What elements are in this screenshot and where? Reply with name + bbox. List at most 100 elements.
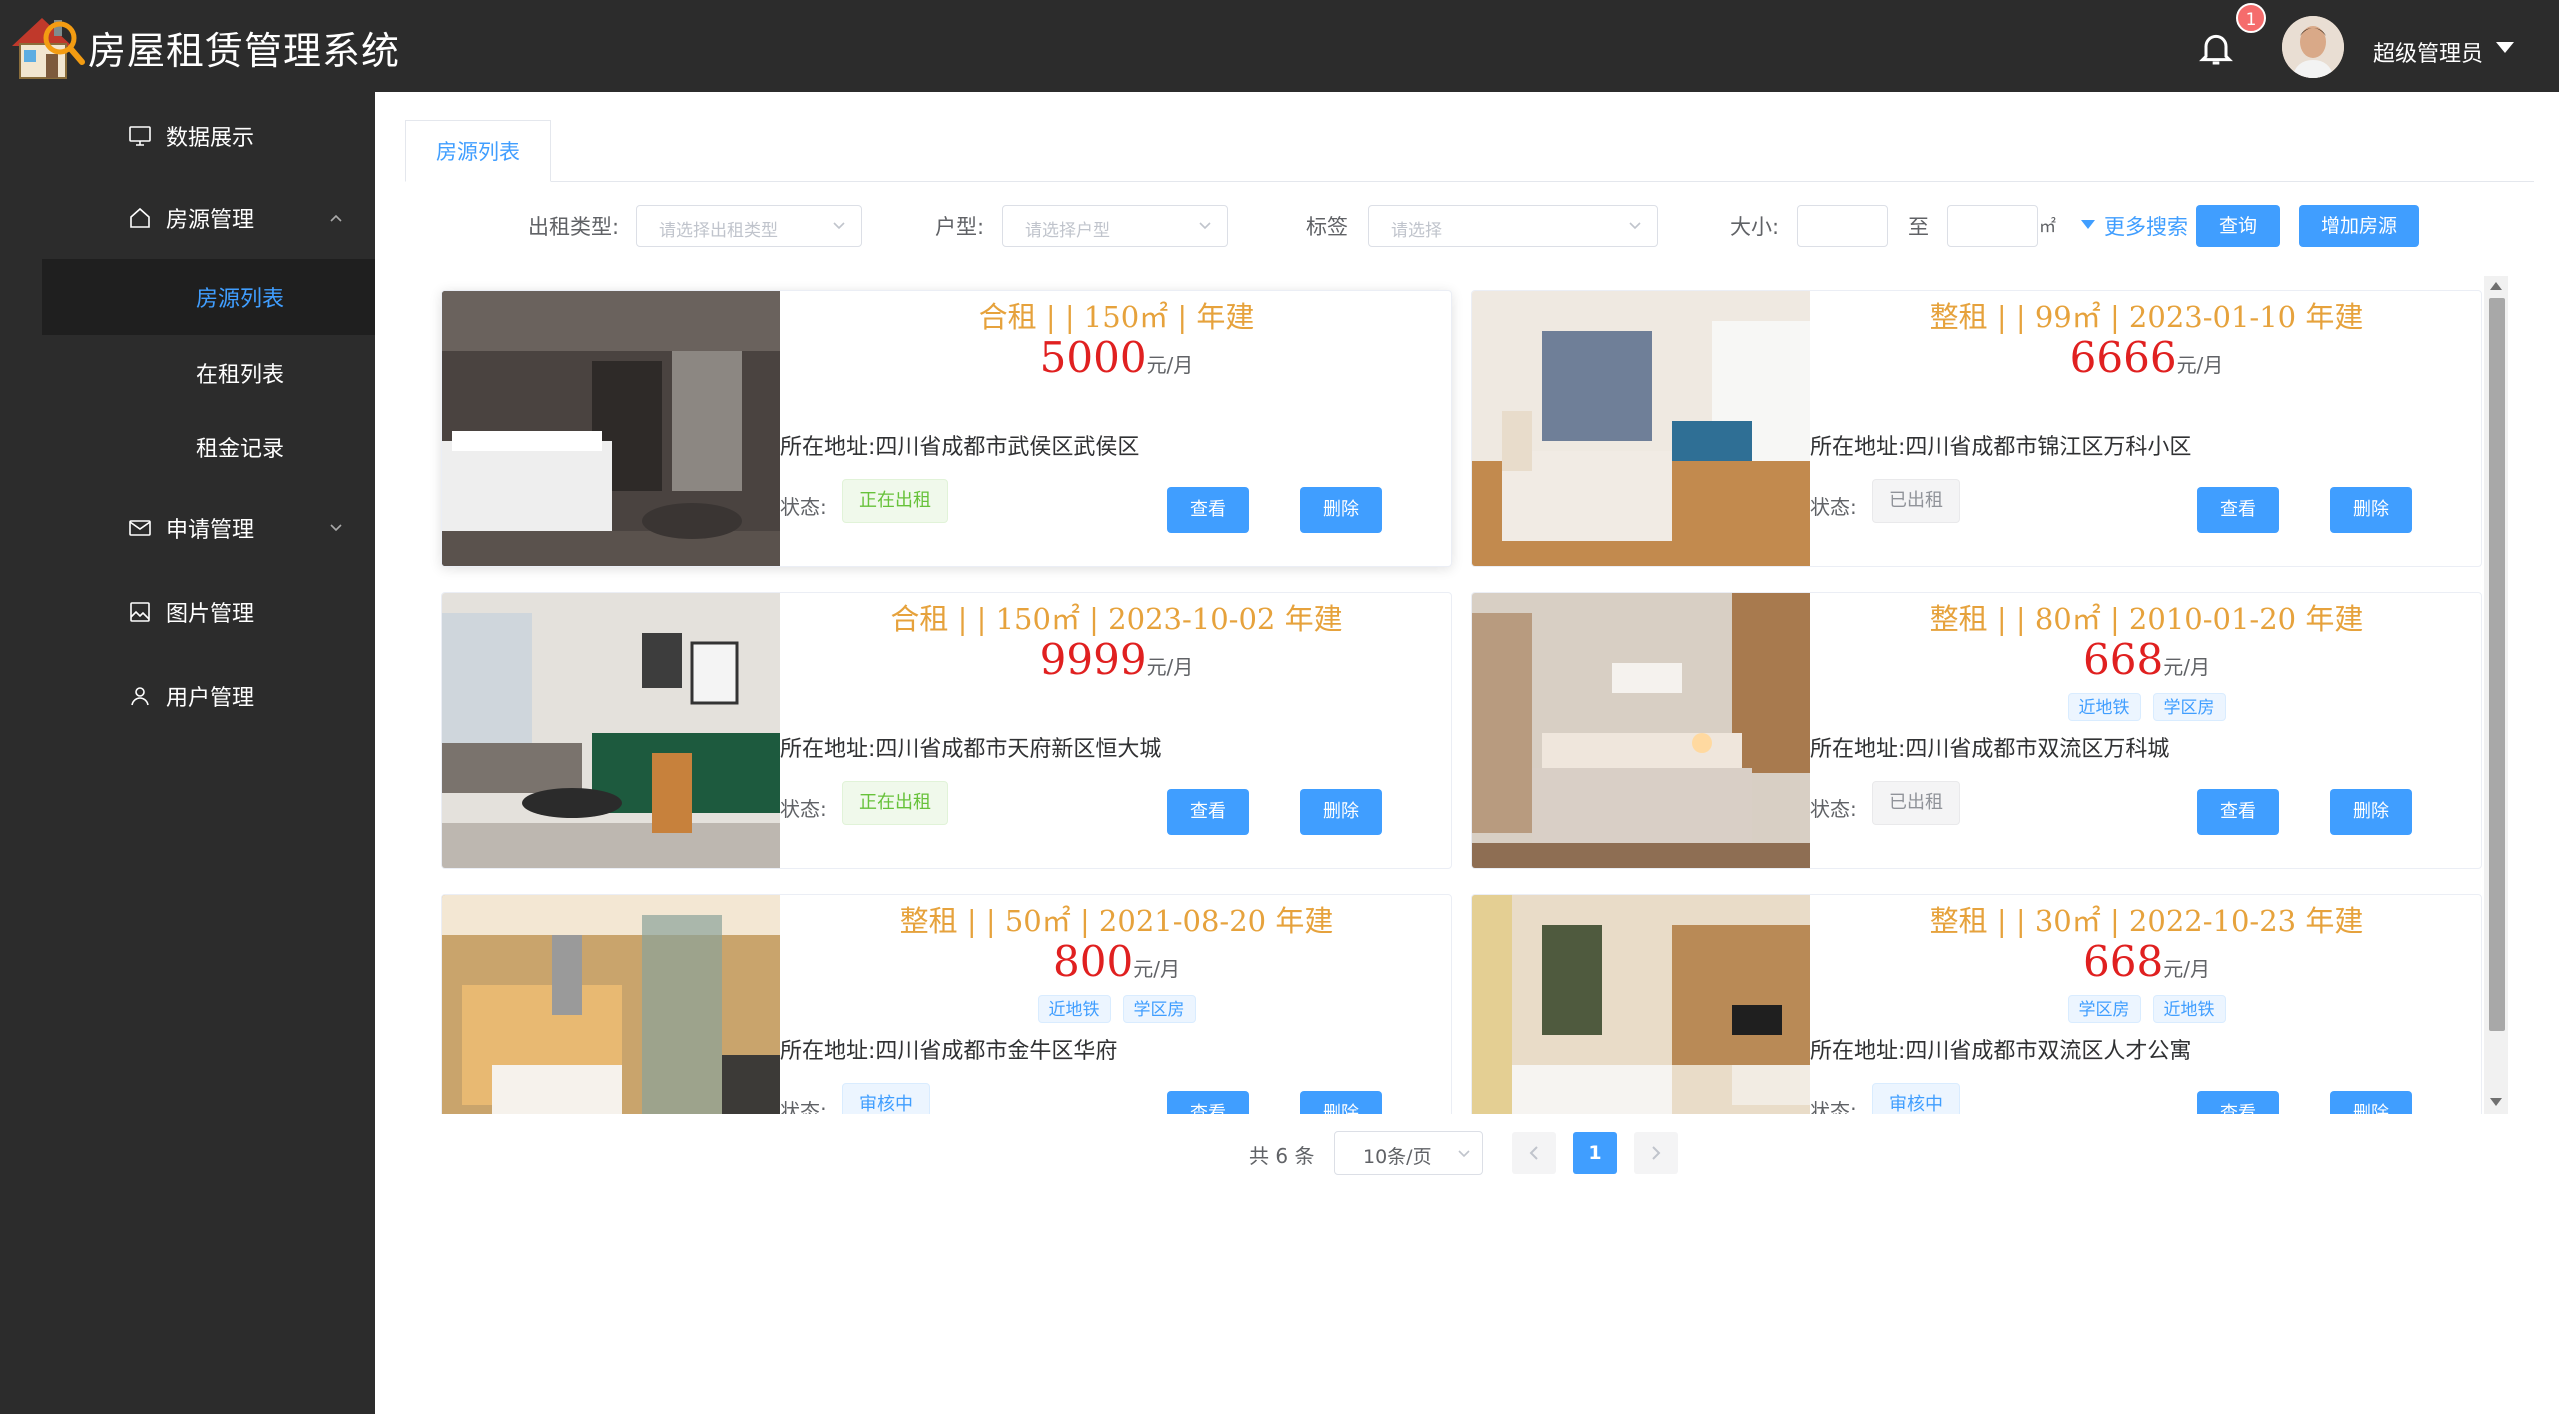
view-button[interactable]: 查看 <box>1167 1091 1249 1114</box>
query-button[interactable]: 查询 <box>2196 205 2280 247</box>
listing-title: 整租 | | 50㎡ | 2021-08-20 年建 <box>899 904 1334 938</box>
sidebar-item-label: 在租列表 <box>196 363 285 388</box>
delete-button[interactable]: 删除 <box>2330 1091 2412 1114</box>
listing-title: 合租 | | 150㎡ | 年建 <box>978 300 1255 334</box>
listing-tag: 学区房 <box>2067 995 2141 1023</box>
delete-button[interactable]: 删除 <box>1300 487 1382 533</box>
app-title: 房屋租赁管理系统 <box>88 29 401 73</box>
listing-card: 整租 | | 99㎡ | 2023-01-10 年建 6666元/月 所在地址:… <box>1471 290 2482 567</box>
address-value: 四川省成都市金牛区华府 <box>875 1039 1118 1064</box>
chevron-right-icon <box>1652 1146 1661 1160</box>
delete-button[interactable]: 删除 <box>2330 487 2412 533</box>
view-button[interactable]: 查看 <box>1167 487 1249 533</box>
add-listing-button[interactable]: 增加房源 <box>2299 205 2419 247</box>
sidebar-item-rent-records[interactable]: 租金记录 <box>42 409 375 485</box>
tab-listing-list[interactable]: 房源列表 <box>405 120 551 182</box>
listing-address: 所在地址:四川省成都市双流区万科城 <box>1810 731 2169 763</box>
listing-title: 合租 | | 150㎡ | 2023-10-02 年建 <box>890 602 1343 636</box>
listing-photo[interactable] <box>1472 291 1810 567</box>
status-badge: 正在出租 <box>842 479 948 523</box>
rent-type-label: 出租类型: <box>528 215 620 239</box>
user-name[interactable]: 超级管理员 <box>2373 36 2483 68</box>
listing-tag: 学区房 <box>1122 995 1196 1023</box>
rent-type-select[interactable]: 请选择出租类型 <box>636 205 862 247</box>
view-button[interactable]: 查看 <box>2197 487 2279 533</box>
listing-price-line: 800元/月 <box>780 937 1451 986</box>
prev-page-button[interactable] <box>1512 1132 1556 1174</box>
listing-title: 整租 | | 80㎡ | 2010-01-20 年建 <box>1929 602 2364 636</box>
delete-button[interactable]: 删除 <box>1300 1091 1382 1114</box>
status-label: 状态: <box>780 797 827 821</box>
caret-down-icon[interactable] <box>2496 42 2514 53</box>
scroll-up-arrow-icon[interactable] <box>2490 282 2502 290</box>
listing-price-line: 9999元/月 <box>780 635 1451 684</box>
sidebar-item-rented-list[interactable]: 在租列表 <box>42 335 375 411</box>
address-prefix: 所在地址: <box>1810 1039 1906 1064</box>
picture-icon <box>130 602 150 622</box>
listing-photo[interactable] <box>442 895 780 1114</box>
scroll-down-arrow-icon[interactable] <box>2490 1098 2502 1106</box>
delete-button[interactable]: 删除 <box>1300 789 1382 835</box>
size-label: 大小: <box>1730 215 1780 239</box>
address-prefix: 所在地址: <box>1810 435 1906 460</box>
address-prefix: 所在地址: <box>780 435 876 460</box>
scrollbar-thumb[interactable] <box>2489 298 2505 1031</box>
delete-button[interactable]: 删除 <box>2330 789 2412 835</box>
listing-price: 800 <box>1053 937 1134 986</box>
monitor-icon <box>129 126 151 146</box>
layout-select[interactable]: 请选择户型 <box>1002 205 1228 247</box>
sidebar-item-label: 房源列表 <box>196 287 285 312</box>
page-number-current[interactable]: 1 <box>1573 1132 1617 1174</box>
more-search-link[interactable]: 更多搜索 <box>2104 211 2188 241</box>
sidebar-item-label: 数据展示 <box>166 126 255 151</box>
listing-price-line: 5000元/月 <box>780 333 1451 382</box>
top-header: 房屋租赁管理系统 1 超级管理员 <box>0 0 2559 92</box>
listing-photo[interactable] <box>1472 593 1810 869</box>
size-unit: ㎡ <box>2039 217 2056 237</box>
caret-down-icon[interactable] <box>2081 220 2095 229</box>
listing-address: 所在地址:四川省成都市武侯区武侯区 <box>780 429 1139 461</box>
listing-photo[interactable] <box>442 593 780 869</box>
size-to-label: 至 <box>1908 215 1929 239</box>
listing-price-line: 6666元/月 <box>1810 333 2481 382</box>
tab-bar: 房源列表 <box>405 120 2534 182</box>
status-badge: 正在出租 <box>842 781 948 825</box>
listing-price: 5000 <box>1039 333 1147 382</box>
size-max-input[interactable] <box>1947 205 2038 247</box>
sidebar-item-data-display[interactable]: 数据展示 <box>0 96 375 176</box>
chevron-down-icon <box>833 222 845 230</box>
tag-select[interactable]: 请选择 <box>1368 205 1658 247</box>
view-button[interactable]: 查看 <box>1167 789 1249 835</box>
chevron-down-icon <box>1629 222 1641 230</box>
listing-photo[interactable] <box>442 291 780 567</box>
page-size-select[interactable]: 10条/页 <box>1334 1131 1483 1175</box>
price-unit: 元/月 <box>1146 655 1194 679</box>
status-badge: 审核中 <box>842 1083 930 1114</box>
next-page-button[interactable] <box>1634 1132 1678 1174</box>
size-min-input[interactable] <box>1797 205 1888 247</box>
listing-price-line: 668元/月 <box>1810 937 2481 986</box>
avatar[interactable] <box>2282 16 2344 78</box>
sidebar-item-listing-management[interactable]: 房源管理 <box>0 178 375 258</box>
tag-placeholder: 请选择 <box>1391 221 1442 241</box>
status-badge: 审核中 <box>1872 1083 1960 1114</box>
sidebar-item-application-management[interactable]: 申请管理 <box>0 488 375 568</box>
status-badge: 已出租 <box>1872 479 1960 523</box>
pagination-total: 共 6 条 <box>1249 1144 1315 1168</box>
view-button[interactable]: 查看 <box>2197 1091 2279 1114</box>
listing-photo[interactable] <box>1472 895 1810 1114</box>
view-button[interactable]: 查看 <box>2197 789 2279 835</box>
listing-card: 整租 | | 30㎡ | 2022-10-23 年建 668元/月 学区房 近地铁… <box>1471 894 2482 1114</box>
sidebar-item-user-management[interactable]: 用户管理 <box>0 656 375 736</box>
status-label: 状态: <box>780 495 827 519</box>
listing-grid: 合租 | | 150㎡ | 年建 5000元/月 所在地址:四川省成都市武侯区武… <box>430 276 2510 1114</box>
bell-icon[interactable] <box>2196 28 2236 68</box>
listing-price: 9999 <box>1039 635 1147 684</box>
listing-address: 所在地址:四川省成都市锦江区万科小区 <box>1810 429 2191 461</box>
listing-tag: 学区房 <box>2152 693 2226 721</box>
status-label: 状态: <box>1810 495 1857 519</box>
sidebar-item-image-management[interactable]: 图片管理 <box>0 572 375 652</box>
sidebar-item-label: 房源管理 <box>166 208 255 233</box>
listing-tags: 近地铁 学区房 <box>1810 693 2481 721</box>
sidebar-item-listing-list[interactable]: 房源列表 <box>42 259 375 335</box>
